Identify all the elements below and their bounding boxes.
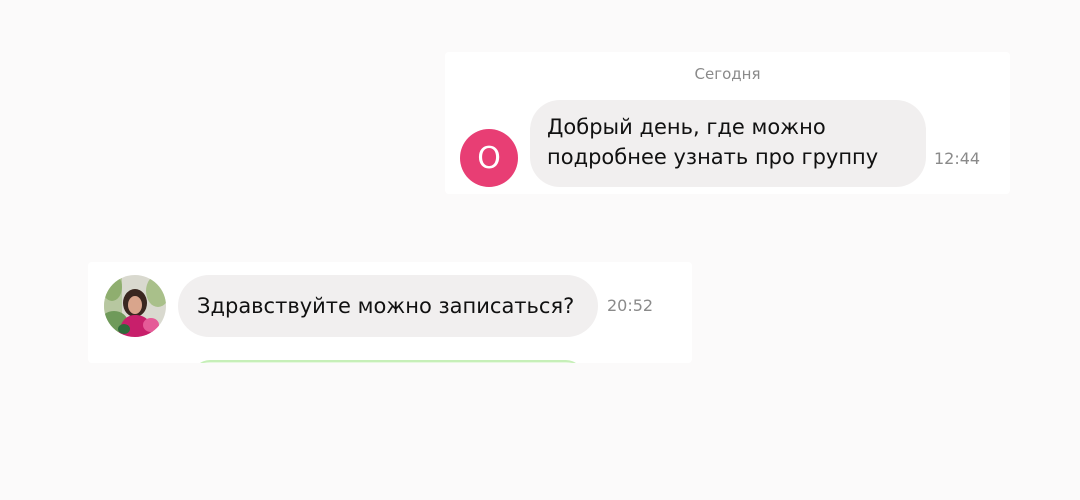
message-text-line: Добрый день, где можно bbox=[547, 115, 826, 139]
message-text-line: подробнее узнать про группу bbox=[547, 145, 879, 169]
avatar-photo-icon bbox=[104, 275, 166, 337]
next-message-bubble[interactable] bbox=[192, 360, 584, 363]
message-time: 20:52 bbox=[607, 296, 654, 315]
user-photo-avatar[interactable] bbox=[104, 275, 166, 337]
sender-avatar[interactable]: О bbox=[460, 129, 518, 187]
chat-card-today: Сегодня О Добрый день, где можно подробн… bbox=[445, 52, 1010, 194]
message-bubble[interactable]: Здравствуйте можно записаться? bbox=[178, 275, 598, 337]
message-text: Здравствуйте можно записаться? bbox=[197, 294, 575, 318]
date-divider: Сегодня bbox=[694, 65, 761, 83]
chat-card-second: Здравствуйте можно записаться? 20:52 bbox=[88, 262, 692, 363]
message-time: 12:44 bbox=[934, 149, 981, 168]
message-bubble[interactable]: Добрый день, где можно подробнее узнать … bbox=[530, 100, 926, 187]
